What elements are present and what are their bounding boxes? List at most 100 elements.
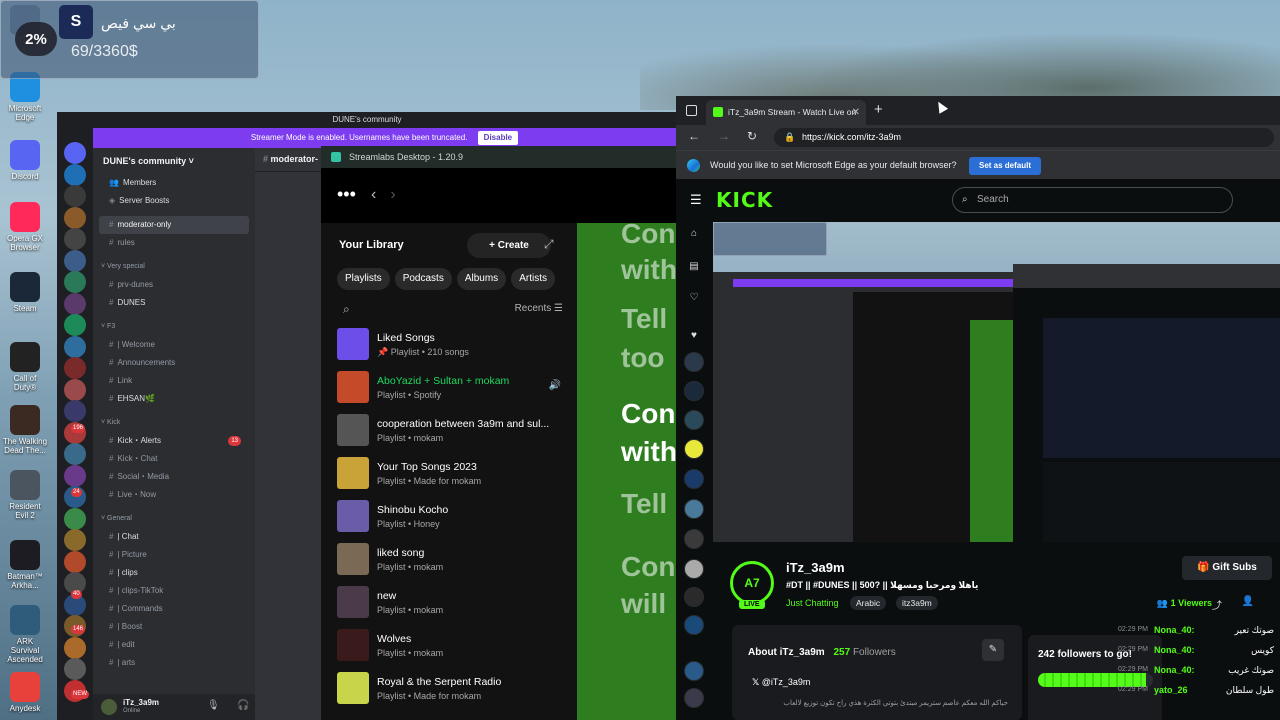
refresh-icon[interactable]: ↻: [747, 129, 757, 143]
server-name[interactable]: DUNE's community ˅: [93, 148, 255, 174]
streamer-name[interactable]: iTz_3a9m: [786, 560, 845, 575]
channel-avatar[interactable]: [684, 381, 704, 401]
channel-category[interactable]: ˅ Kick: [93, 414, 255, 432]
forward-icon[interactable]: ›: [390, 186, 409, 203]
desktop-icon[interactable]: Opera GX Browser: [2, 202, 48, 252]
discord-home-icon[interactable]: [64, 142, 86, 164]
channel-item[interactable]: # Kick・Alerts 13: [93, 432, 255, 450]
playlist-item[interactable]: Wolves Playlist • mokam: [335, 625, 571, 668]
server-icon[interactable]: [64, 292, 86, 315]
server-icon[interactable]: [64, 550, 86, 573]
channel-item[interactable]: # | Boost: [93, 618, 255, 636]
channel-avatar[interactable]: [684, 661, 704, 681]
heart-icon[interactable]: ♥: [684, 327, 704, 347]
channel-item[interactable]: # DUNES: [93, 294, 255, 312]
channel-item[interactable]: # Social・Media: [93, 468, 255, 486]
channel-item[interactable]: # prv-dunes: [93, 276, 255, 294]
mic-icon[interactable]: 🎙: [207, 700, 220, 711]
playlist-item[interactable]: Liked Songs 📌 Playlist • 210 songs: [335, 324, 571, 367]
server-icon[interactable]: [64, 658, 86, 680]
desktop-icon[interactable]: Discord: [2, 140, 48, 181]
channel-avatar[interactable]: [684, 559, 704, 579]
channel-item[interactable]: # EHSAN🌿: [93, 390, 255, 408]
search-icon[interactable]: ⌕: [343, 302, 350, 317]
playlist-item[interactable]: AboYazid + Sultan + mokam Playlist • Spot…: [335, 367, 571, 410]
playlist-item[interactable]: liked song Playlist • mokam: [335, 539, 571, 582]
channel-item[interactable]: # | clips: [93, 564, 255, 582]
filter-chip[interactable]: Albums: [456, 268, 507, 290]
stream-category[interactable]: Just Chatting: [786, 598, 839, 608]
server-icon[interactable]: [64, 185, 86, 207]
playlist-item[interactable]: Your Top Songs 2023 Playlist • Made for m…: [335, 453, 571, 496]
channel-item[interactable]: # Live・Now: [93, 486, 255, 504]
chat-username[interactable]: Nona_40:: [1154, 660, 1195, 680]
members-item[interactable]: 👥 Members: [93, 174, 255, 192]
channel-avatar[interactable]: [684, 469, 704, 489]
desktop-icon[interactable]: ARK Survival Ascended: [2, 605, 48, 664]
desktop-icon[interactable]: Microsoft Edge: [2, 72, 48, 122]
x-link[interactable]: 𝕏 @iTz_3a9m: [752, 677, 810, 688]
server-icon[interactable]: [64, 228, 86, 250]
headphones-icon[interactable]: 🎧: [237, 700, 249, 711]
video-player[interactable]: [713, 222, 1280, 542]
create-button[interactable]: + Create: [467, 233, 551, 258]
server-icon[interactable]: [64, 206, 86, 229]
desktop-icon[interactable]: Batman™ Arkha...: [2, 540, 48, 590]
channel-avatar[interactable]: [684, 410, 704, 430]
channel-category[interactable]: ˅ Very special: [93, 258, 255, 276]
kick-logo[interactable]: KICK: [716, 188, 773, 212]
search-input[interactable]: ⌕ Search: [952, 187, 1233, 213]
channel-item[interactable]: # Kick・Chat: [93, 450, 255, 468]
server-icon[interactable]: [64, 400, 86, 422]
server-icon[interactable]: [64, 507, 86, 530]
menu-icon[interactable]: ☰: [690, 192, 702, 208]
tab-actions-icon[interactable]: [686, 105, 697, 116]
channel-category[interactable]: ˅ General: [93, 510, 255, 528]
server-icon[interactable]: [64, 378, 86, 401]
new-tab-icon[interactable]: +: [874, 101, 883, 118]
tag-itz3a9m[interactable]: itz3a9m: [896, 596, 938, 610]
channel-avatar[interactable]: [684, 615, 704, 635]
close-icon[interactable]: ✕: [852, 100, 860, 125]
channel-avatar[interactable]: [684, 529, 704, 549]
tab-kick[interactable]: iTz_3a9m Stream - Watch Live on ✕: [706, 100, 866, 125]
avatar[interactable]: [101, 699, 117, 715]
desktop-icon[interactable]: The Walking Dead The...: [2, 405, 48, 455]
chat-username[interactable]: yato_26: [1154, 680, 1188, 700]
channel-item[interactable]: # Link: [93, 372, 255, 390]
back-icon[interactable]: ‹: [371, 186, 390, 203]
streamer-avatar[interactable]: A7: [730, 561, 774, 605]
server-icon[interactable]: [64, 464, 86, 487]
playlist-item[interactable]: Royal & the Serpent Radio Playlist • Made…: [335, 668, 571, 711]
desktop-icon[interactable]: Call of Duty®: [2, 342, 48, 392]
expand-icon[interactable]: ⤢: [544, 237, 554, 252]
server-icon[interactable]: [64, 271, 86, 293]
tag-arabic[interactable]: Arabic: [850, 596, 887, 610]
channel-item[interactable]: # | Picture: [93, 546, 255, 564]
channel-avatar[interactable]: [684, 688, 704, 708]
playlist-item[interactable]: Shinobu Kocho Playlist • Honey: [335, 496, 571, 539]
channel-item[interactable]: # | Commands: [93, 600, 255, 618]
desktop-icon[interactable]: Steam: [2, 272, 48, 313]
channel-avatar[interactable]: [684, 587, 704, 607]
channel-item[interactable]: # | clips-TikTok: [93, 582, 255, 600]
server-icon[interactable]: [64, 249, 86, 272]
filter-chip[interactable]: Artists: [511, 268, 555, 290]
disable-streamer-mode-button[interactable]: Disable: [477, 131, 519, 145]
chat-username[interactable]: Nona_40:: [1154, 640, 1195, 660]
home-icon[interactable]: ⌂: [684, 225, 704, 245]
filter-chip[interactable]: Podcasts: [394, 268, 452, 290]
chat-username[interactable]: Nona_40:: [1154, 620, 1195, 640]
playlist-item[interactable]: cooperation between 3a9m and sul... Playl…: [335, 410, 571, 453]
channel-avatar[interactable]: [684, 352, 704, 372]
recents-sort[interactable]: Recents ☰: [515, 303, 563, 314]
server-icon[interactable]: [64, 314, 86, 336]
channel-item[interactable]: # | Welcome: [93, 336, 255, 354]
desktop-icon[interactable]: Resident Evil 2: [2, 470, 48, 520]
server-icon[interactable]: [64, 636, 86, 659]
edit-icon[interactable]: ✎: [982, 639, 1004, 661]
channel-item[interactable]: # | arts: [93, 654, 255, 672]
desktop-icon[interactable]: Anydesk: [2, 672, 48, 713]
following-icon[interactable]: ♡: [684, 289, 704, 309]
more-icon[interactable]: •••: [337, 184, 356, 205]
